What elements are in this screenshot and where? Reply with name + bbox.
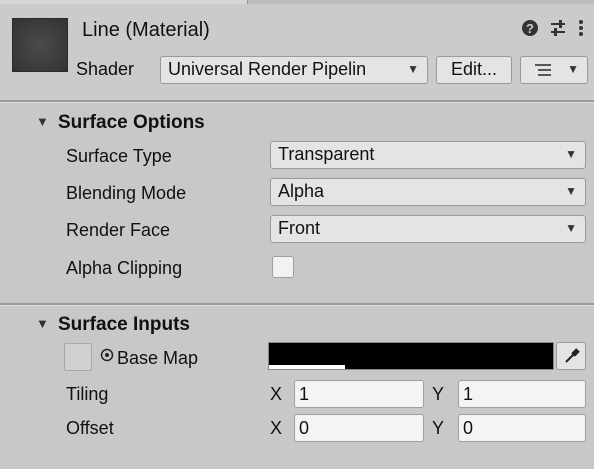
foldout-expanded-icon[interactable]: ▼ bbox=[36, 316, 49, 331]
svg-text:?: ? bbox=[526, 21, 534, 36]
base-map-color-field[interactable] bbox=[268, 342, 554, 370]
shader-dropdown-value: Universal Render Pipelin bbox=[168, 59, 367, 79]
chevron-down-icon: ▼ bbox=[407, 62, 419, 76]
alpha-clipping-checkbox[interactable] bbox=[272, 256, 294, 278]
tiling-y-label: Y bbox=[432, 384, 445, 404]
tiling-label: Tiling bbox=[66, 384, 109, 404]
tiling-x-field[interactable]: 1 bbox=[294, 380, 424, 408]
surface-type-label: Surface Type bbox=[66, 146, 172, 166]
material-preview-thumbnail[interactable] bbox=[12, 18, 68, 72]
offset-y-label: Y bbox=[432, 418, 445, 438]
section-title: Surface Inputs bbox=[58, 314, 190, 335]
tiling-x-label: X bbox=[270, 384, 283, 404]
offset-label: Offset bbox=[66, 418, 114, 438]
shader-label: Shader bbox=[76, 59, 135, 79]
surface-type-value: Transparent bbox=[278, 144, 375, 164]
edit-shader-button[interactable]: Edit... bbox=[436, 56, 512, 84]
help-icon[interactable]: ? bbox=[520, 18, 540, 42]
surface-inputs-header[interactable]: ▼ Surface Inputs bbox=[0, 310, 594, 340]
foldout-expanded-icon[interactable]: ▼ bbox=[36, 114, 49, 129]
base-map-label: Base Map bbox=[117, 348, 199, 368]
blending-mode-value: Alpha bbox=[278, 181, 325, 201]
object-picker-icon[interactable] bbox=[100, 348, 114, 367]
eyedropper-button[interactable] bbox=[556, 342, 586, 370]
base-map-texture-slot[interactable] bbox=[64, 343, 92, 371]
material-title: Line (Material) bbox=[82, 19, 210, 41]
chevron-down-icon: ▼ bbox=[565, 184, 577, 198]
tiling-y-field[interactable]: 1 bbox=[458, 380, 586, 408]
chevron-down-icon: ▼ bbox=[567, 62, 579, 76]
blending-mode-dropdown[interactable]: Alpha ▼ bbox=[270, 178, 586, 206]
kebab-menu-icon[interactable] bbox=[576, 18, 586, 42]
offset-x-label: X bbox=[270, 418, 283, 438]
render-face-dropdown[interactable]: Front ▼ bbox=[270, 215, 586, 243]
shader-options-menu-button[interactable]: ▼ bbox=[520, 56, 588, 84]
eyedropper-icon bbox=[563, 347, 581, 370]
alpha-clipping-label: Alpha Clipping bbox=[66, 258, 183, 278]
section-title: Surface Options bbox=[58, 112, 205, 133]
blending-mode-label: Blending Mode bbox=[66, 183, 187, 203]
list-icon bbox=[533, 60, 553, 86]
shader-dropdown[interactable]: Universal Render Pipelin ▼ bbox=[160, 56, 428, 84]
section-divider-highlight bbox=[0, 305, 594, 306]
surface-options-header[interactable]: ▼ Surface Options bbox=[0, 108, 594, 138]
alpha-bar bbox=[269, 365, 345, 369]
presets-sliders-icon[interactable] bbox=[548, 18, 568, 42]
offset-x-field[interactable]: 0 bbox=[294, 414, 424, 442]
chevron-down-icon: ▼ bbox=[565, 147, 577, 161]
render-face-label: Render Face bbox=[66, 220, 171, 240]
chevron-down-icon: ▼ bbox=[565, 221, 577, 235]
render-face-value: Front bbox=[278, 218, 321, 238]
surface-type-dropdown[interactable]: Transparent ▼ bbox=[270, 141, 586, 169]
offset-y-field[interactable]: 0 bbox=[458, 414, 586, 442]
header-divider-highlight bbox=[0, 102, 594, 103]
